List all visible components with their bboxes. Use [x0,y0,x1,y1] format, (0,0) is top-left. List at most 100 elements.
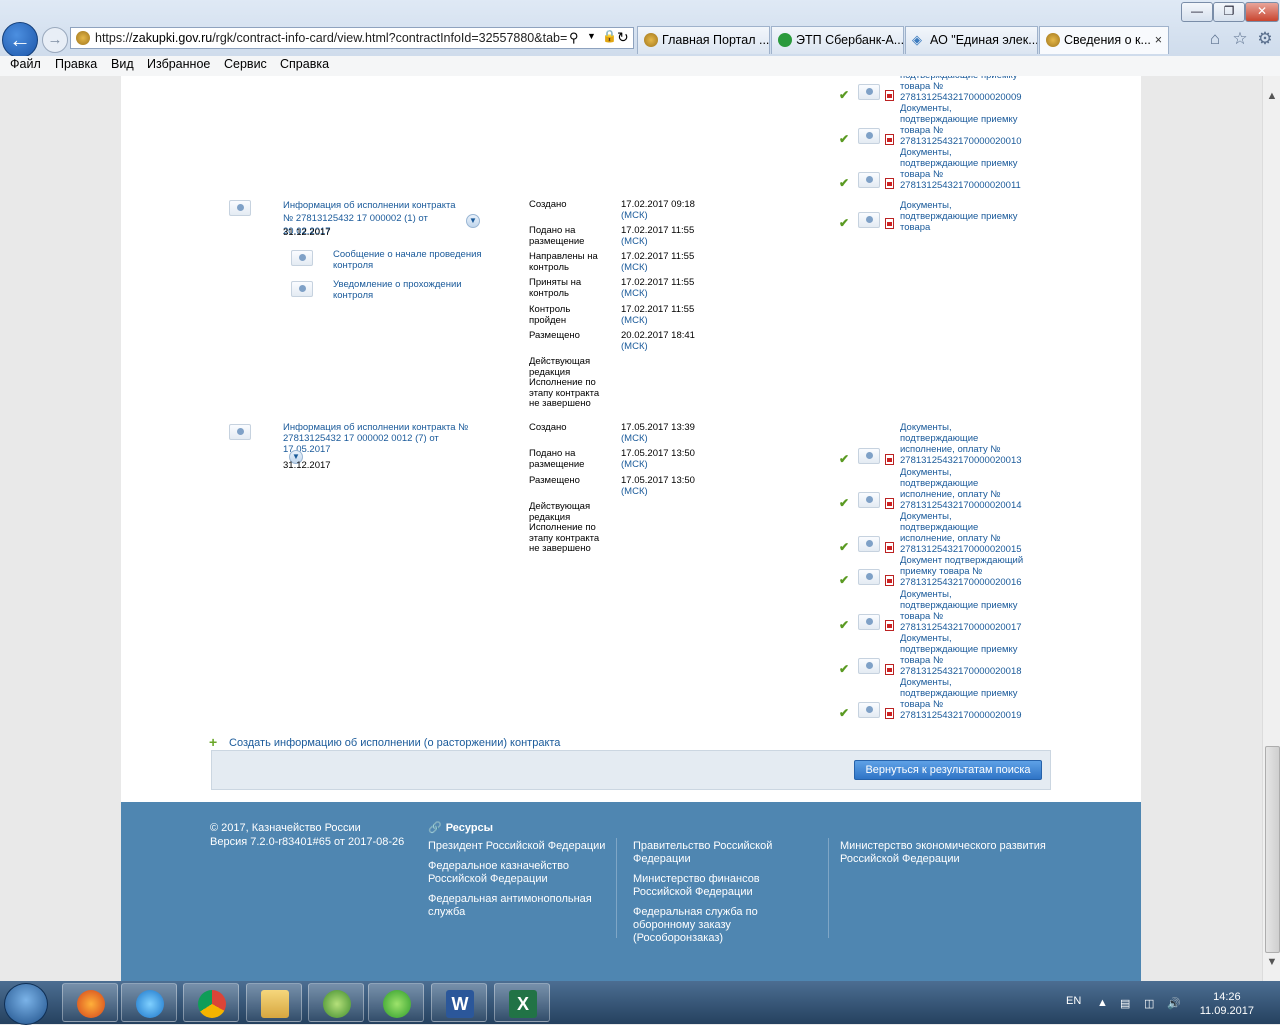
pdf-icon[interactable] [885,134,894,145]
status-date: 17.02.2017 11:55 (МСК) [621,251,695,273]
forward-arrow-icon[interactable]: → [42,27,68,53]
taskbar-ie[interactable] [121,983,177,1022]
tab-glavnaya[interactable]: Главная Портал ... [637,26,770,54]
pdf-icon[interactable] [885,620,894,631]
volume-icon[interactable]: 🔊 [1167,997,1181,1010]
start-button[interactable] [4,983,48,1025]
doc-link[interactable]: Документы, подтверждающие приемку товара… [900,147,1030,191]
execution-info-link-2[interactable]: Информация об исполнении контракта № 278… [283,422,483,455]
status-label: Контроль пройден [529,304,571,326]
tray-expand-icon[interactable]: ▲ [1097,997,1111,1009]
footer-link[interactable]: Правительство Российской Федерации [633,840,803,866]
signature-icon[interactable] [858,172,880,188]
tab-roseltorg[interactable]: ◈ АО "Единая элек... [905,26,1038,54]
doc-link[interactable]: Документы, подтверждающие приемку товара… [900,103,1030,147]
doc-link[interactable]: Документы, подтверждающие приемку товара… [900,633,1030,677]
language-indicator[interactable]: EN [1066,995,1081,1007]
dropdown-arrow-icon[interactable]: ▼ [587,31,596,41]
pdf-icon[interactable] [885,542,894,553]
signature-icon[interactable] [858,614,880,630]
check-icon: ✔ [839,573,850,587]
taskbar-recycle[interactable] [308,983,364,1022]
signature-icon[interactable] [858,448,880,464]
minimize-button[interactable]: — [1181,2,1213,22]
pdf-icon[interactable] [885,664,894,675]
scroll-up-icon[interactable]: ▲ [1266,90,1278,104]
menu-help[interactable]: Справка [280,57,329,71]
power-icon[interactable]: ◫ [1144,997,1158,1010]
back-arrow-icon[interactable]: ← [2,22,38,58]
signature-icon[interactable] [229,200,251,216]
pdf-icon[interactable] [885,90,894,101]
status-date: 17.02.2017 11:55 (МСК) [621,225,695,247]
home-icon[interactable]: ⌂ [1205,29,1225,49]
footer-link[interactable]: Федеральная антимонопольная служба [428,893,593,919]
refresh-icon[interactable]: ↻ [617,29,629,46]
tab-sberbank[interactable]: ЭТП Сбербанк-А... [771,26,904,54]
signature-icon[interactable] [858,536,880,552]
signature-icon[interactable] [858,492,880,508]
menu-edit[interactable]: Правка [55,57,97,71]
footer-link[interactable]: Министерство финансов Российской Федерац… [633,873,818,899]
address-bar[interactable]: https://zakupki.gov.ru/rgk/contract-info… [70,27,634,49]
signature-icon[interactable] [858,84,880,100]
menu-view[interactable]: Вид [111,57,134,71]
pdf-icon[interactable] [885,178,894,189]
doc-link[interactable]: Документы, подтверждающие исполнение, оп… [900,422,1030,466]
footer-link[interactable]: Федеральное казначейство Российской Феде… [428,860,588,886]
pdf-icon[interactable] [885,575,894,586]
doc-link[interactable]: Документы, подтверждающие приемку товара [900,200,1030,233]
menu-favorites[interactable]: Избранное [147,57,210,71]
signature-icon[interactable] [858,212,880,228]
scroll-down-icon[interactable]: ▼ [1266,956,1278,970]
taskbar-icq[interactable] [368,983,424,1022]
footer-link[interactable]: Президент Российской Федерации [428,840,608,853]
create-execution-info-link[interactable]: + Создать информацию об исполнении (о рас… [209,734,560,750]
pdf-icon[interactable] [885,708,894,719]
doc-link[interactable]: подтверждающие приемку товара № 27813125… [900,76,1030,103]
search-icon[interactable]: ⚲ [569,30,579,46]
menu-bar: Файл Правка Вид Избранное Сервис Справка [0,56,1280,77]
expand-icon[interactable]: ▼ [466,214,480,228]
control-passed-link[interactable]: Уведомление о прохождении контроля [333,279,483,301]
signature-icon[interactable] [858,702,880,718]
signature-icon[interactable] [229,424,251,440]
network-icon[interactable]: ▤ [1120,997,1134,1010]
edition-status: Действующая редакция Исполнение по этапу… [529,356,600,409]
taskbar-word[interactable]: W [431,983,487,1022]
doc-link[interactable]: Документы, подтверждающие приемку товара… [900,677,1030,721]
pdf-icon[interactable] [885,498,894,509]
doc-link[interactable]: Документы, подтверждающие приемку товара… [900,589,1030,633]
menu-tools[interactable]: Сервис [224,57,267,71]
scrollbar-thumb[interactable] [1265,746,1280,953]
close-tab-icon[interactable]: × [1155,27,1162,53]
close-window-button[interactable]: ✕ [1245,2,1279,22]
doc-link[interactable]: Документы, подтверждающие исполнение, оп… [900,467,1030,511]
clock[interactable]: 14:26 11.09.2017 [1200,990,1254,1018]
taskbar-firefox[interactable] [62,983,118,1022]
taskbar-excel[interactable]: X [494,983,550,1022]
signature-icon[interactable] [858,128,880,144]
doc-link[interactable]: Документы, подтверждающие исполнение, оп… [900,511,1030,555]
settings-gear-icon[interactable]: ⚙ [1255,29,1275,49]
check-icon: ✔ [839,176,850,190]
tab-svedeniya[interactable]: Сведения о к... × [1039,26,1169,54]
signature-icon[interactable] [291,250,313,266]
pdf-icon[interactable] [885,454,894,465]
signature-icon[interactable] [858,569,880,585]
doc-link[interactable]: Документ подтверждающий приемку товара №… [900,555,1030,588]
favorites-star-icon[interactable]: ☆ [1230,29,1250,49]
footer-link[interactable]: Министерство экономического развития Рос… [840,840,1050,866]
status-date: 17.05.2017 13:50 (МСК) [621,448,695,470]
signature-icon[interactable] [291,281,313,297]
vertical-scrollbar[interactable]: ▲ ▼ [1262,76,1280,981]
back-to-results-button[interactable]: Вернуться к результатам поиска [854,760,1042,780]
signature-icon[interactable] [858,658,880,674]
footer-link[interactable]: Федеральная служба по оборонному заказу … [633,906,818,945]
maximize-button[interactable]: ❐ [1213,2,1245,22]
pdf-icon[interactable] [885,218,894,229]
taskbar-chrome[interactable] [183,983,239,1022]
menu-file[interactable]: Файл [10,57,41,71]
taskbar-explorer[interactable] [246,983,302,1022]
control-start-link[interactable]: Сообщение о начале проведения контроля [333,249,483,271]
